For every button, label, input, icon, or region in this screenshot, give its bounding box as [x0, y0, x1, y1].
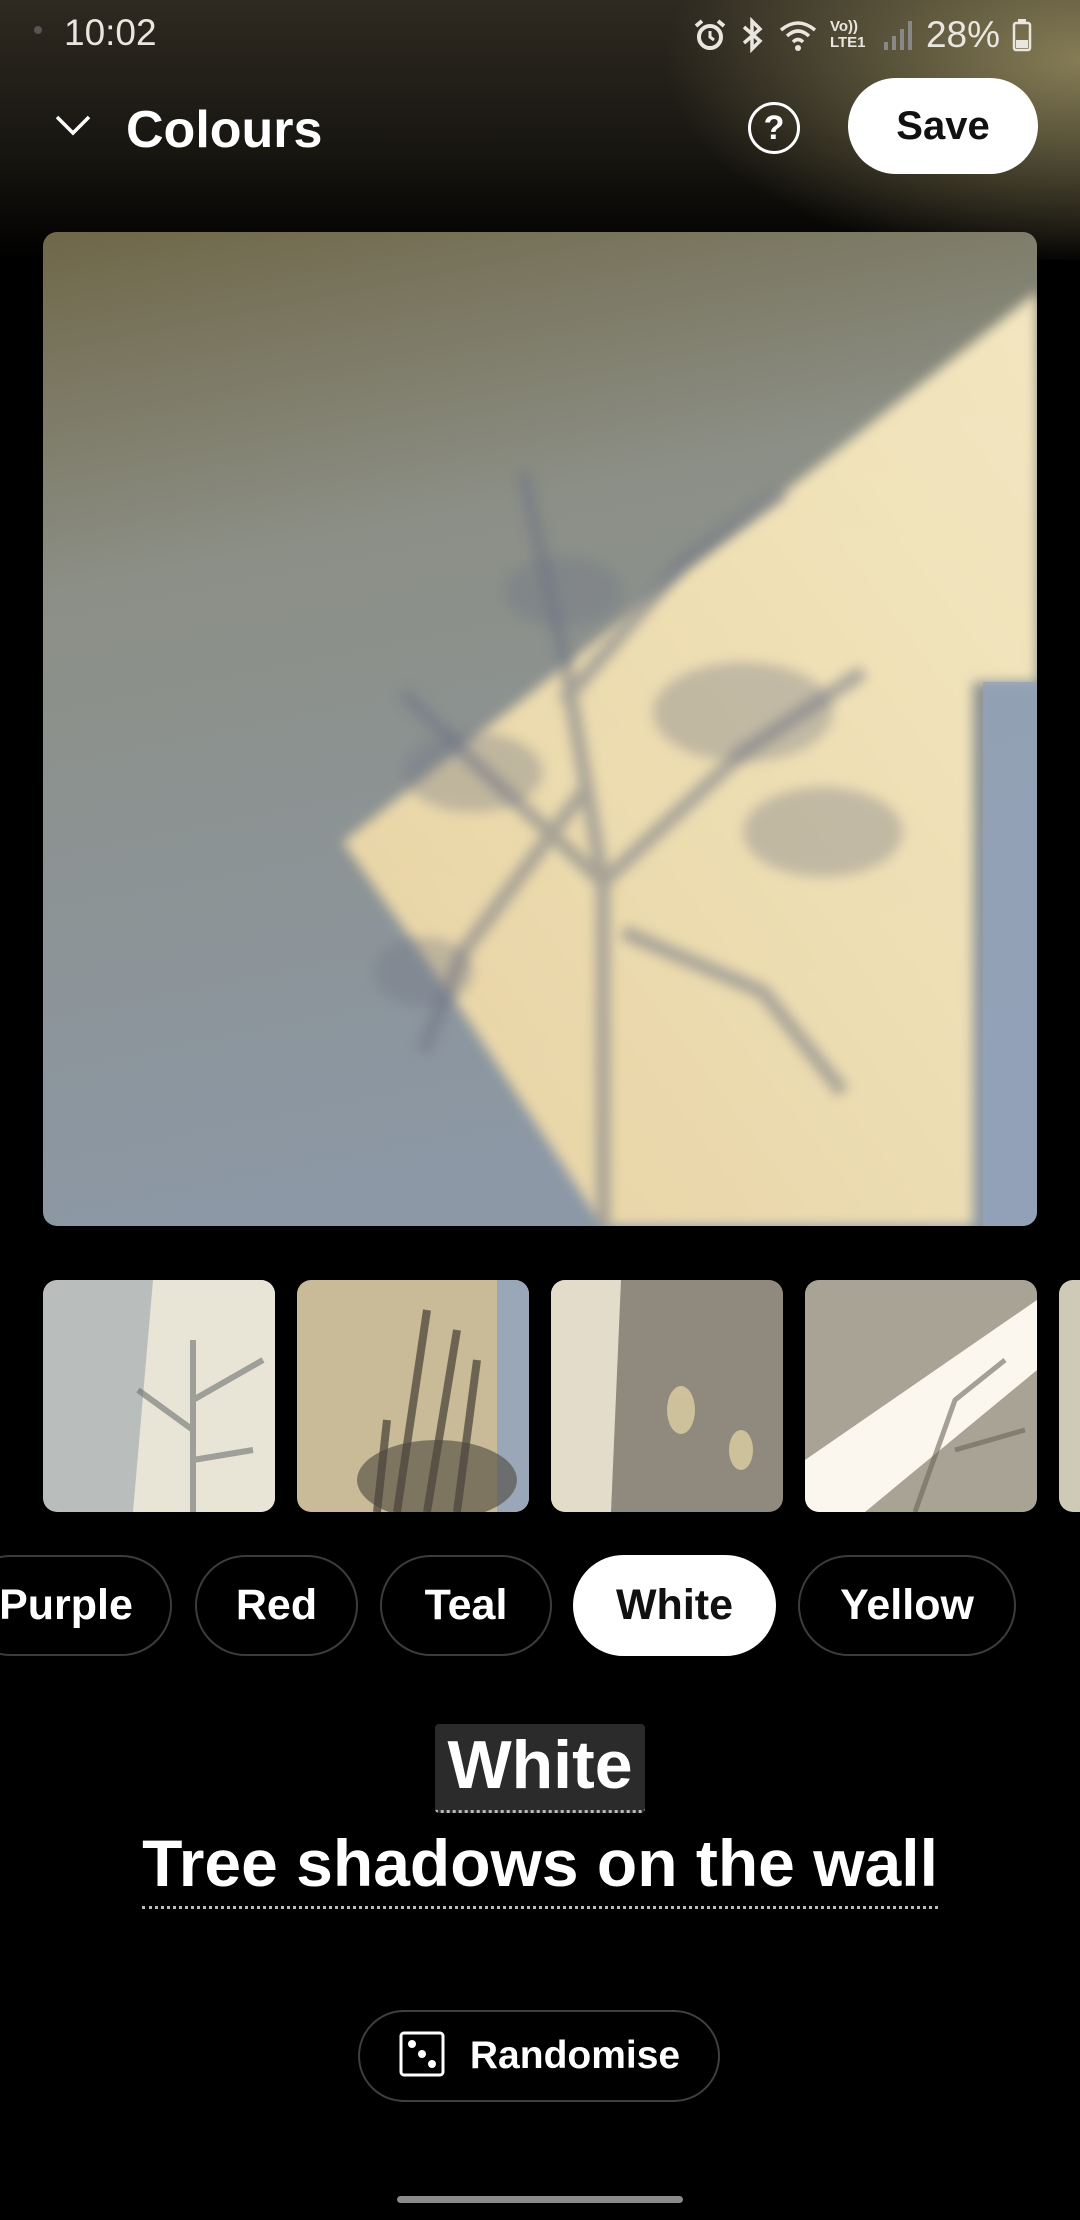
- status-icons: Vo)) LTE1 28%: [692, 12, 1032, 58]
- randomise-label: Randomise: [469, 2034, 681, 2077]
- category-chips: Purple Red Teal White Yellow: [0, 1555, 1080, 1660]
- wallpaper-thumbnails: [43, 1280, 1080, 1512]
- chevron-down-icon: [53, 113, 93, 142]
- thumbnail-4[interactable]: [805, 1280, 1037, 1512]
- chip-white[interactable]: White: [573, 1555, 776, 1656]
- wallpaper-preview: [43, 232, 1037, 1226]
- status-bar: 10:02 Vo)) LTE1 28%: [0, 0, 1080, 70]
- thumbnail-5[interactable]: [1059, 1280, 1080, 1512]
- signal-icon: [882, 18, 914, 52]
- bluetooth-icon: [740, 17, 766, 53]
- volte-label: Vo)) LTE1: [829, 18, 866, 51]
- notification-dot: [34, 26, 42, 34]
- app-header: Colours ? Save: [0, 70, 1080, 185]
- caption-subtitle-wrap: Tree shadows on the wall: [0, 1826, 1080, 1909]
- collapse-button[interactable]: [44, 98, 102, 156]
- home-indicator[interactable]: [397, 2196, 683, 2203]
- chip-yellow[interactable]: Yellow: [798, 1555, 1016, 1656]
- chip-teal[interactable]: Teal: [380, 1555, 552, 1656]
- thumbnail-3[interactable]: [551, 1280, 783, 1512]
- page-title: Colours: [126, 101, 323, 159]
- thumbnail-2[interactable]: [297, 1280, 529, 1512]
- chip-purple[interactable]: Purple: [0, 1555, 172, 1656]
- question-mark-icon: ?: [763, 108, 785, 147]
- battery-percent: 28%: [925, 14, 1000, 55]
- status-time: 10:02: [64, 12, 157, 53]
- caption-title[interactable]: White: [435, 1724, 645, 1814]
- caption-title-wrap: White: [0, 1724, 1080, 1814]
- help-button[interactable]: ?: [748, 102, 800, 154]
- caption-subtitle[interactable]: Tree shadows on the wall: [142, 1826, 938, 1909]
- wifi-icon: [778, 18, 818, 52]
- thumbnail-1[interactable]: [43, 1280, 275, 1512]
- chip-red[interactable]: Red: [195, 1555, 358, 1656]
- alarm-icon: [692, 17, 728, 53]
- dice-icon: [398, 2030, 446, 2083]
- randomise-button[interactable]: Randomise: [358, 2010, 720, 2102]
- battery-icon: [1012, 18, 1032, 52]
- save-button[interactable]: Save: [848, 78, 1038, 174]
